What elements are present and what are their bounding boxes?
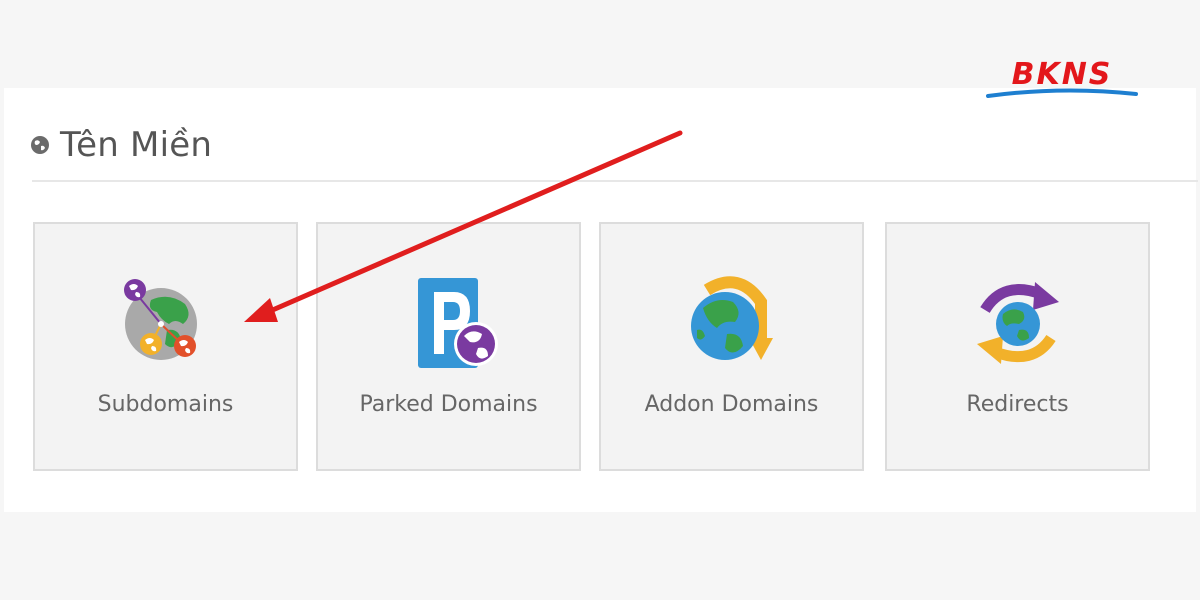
subdomains-tile[interactable]: Subdomains [33, 222, 298, 471]
section-header: Tên Miền [30, 125, 212, 165]
addon-domains-tile[interactable]: Addon Domains [599, 222, 864, 471]
redirects-label: Redirects [966, 392, 1069, 417]
addon-domains-label: Addon Domains [644, 392, 819, 417]
parked-domains-label: Parked Domains [359, 392, 538, 417]
subdomains-icon [123, 279, 197, 360]
parked-domains-tile[interactable]: Parked Domains [316, 222, 581, 471]
redirects-icon [976, 282, 1059, 364]
parked-domains-icon [417, 278, 498, 368]
bkns-logo: BKNS [986, 57, 1138, 98]
globe-icon [31, 136, 49, 154]
addon-domains-icon [690, 276, 773, 360]
redirects-tile[interactable]: Redirects [885, 222, 1150, 471]
header-divider [32, 180, 1198, 182]
section-title: Tên Miền [60, 125, 213, 165]
subdomains-label: Subdomains [97, 392, 234, 417]
svg-text:BKNS: BKNS [1012, 57, 1113, 92]
